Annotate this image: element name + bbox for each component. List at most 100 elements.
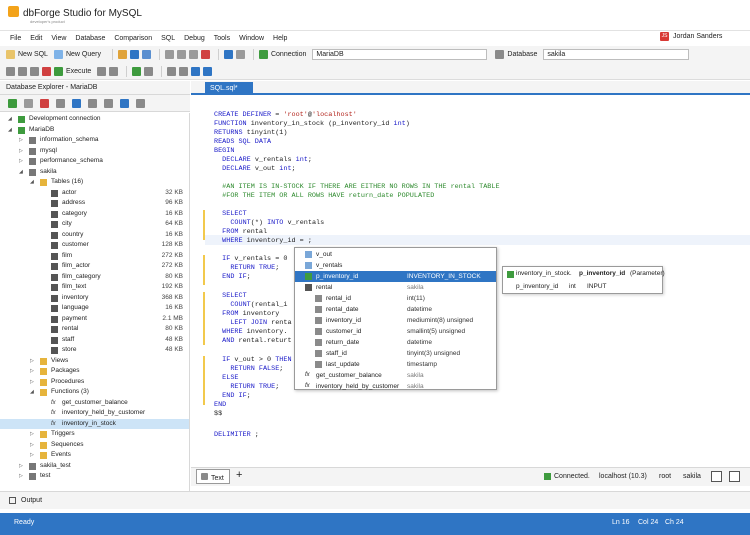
tree-item[interactable]: inventory 368 KB	[0, 293, 189, 304]
tree-item[interactable]: store 48 KB	[0, 345, 189, 356]
tree-item[interactable]: ▷ performance_schema	[0, 156, 189, 167]
menu-debug[interactable]: Debug	[184, 35, 205, 42]
tree-item[interactable]: ◢ MariaDB	[0, 125, 189, 136]
tree-expander-icon[interactable]: ▷	[19, 146, 23, 157]
autocomplete-item[interactable]: p_inventory_id INVENTORY_IN_STOCK	[295, 271, 496, 282]
tree-expander-icon[interactable]: ▷	[30, 450, 34, 461]
delete-icon[interactable]	[200, 50, 210, 59]
autocomplete-item[interactable]: fx get_customer_balance sakila	[295, 370, 496, 381]
tree-item[interactable]: ▷ information_schema	[0, 135, 189, 146]
toggle-results-icon[interactable]	[711, 471, 722, 482]
step-icon[interactable]	[109, 66, 119, 76]
autocomplete-item[interactable]: inventory_id mediumint(8) unsigned	[295, 315, 496, 326]
tree-expander-icon[interactable]: ◢	[30, 177, 34, 188]
autocomplete-item[interactable]: rental_date datetime	[295, 304, 496, 315]
stop-icon[interactable]	[97, 66, 107, 76]
tree-expander-icon[interactable]: ▷	[30, 377, 34, 388]
autocomplete-item[interactable]: customer_id smallint(5) unsigned	[295, 326, 496, 337]
tree-expander-icon[interactable]: ◢	[8, 114, 12, 125]
sync-icon[interactable]	[120, 98, 129, 108]
tab-sql-document[interactable]: SQL.sql*	[205, 82, 253, 95]
autocomplete-item[interactable]: v_rentals	[295, 260, 496, 271]
tree-expander-icon[interactable]: ▷	[19, 471, 23, 482]
tree-item[interactable]: address 96 KB	[0, 198, 189, 209]
tree-item[interactable]: ◢ Tables (16)	[0, 177, 189, 188]
tree-expander-icon[interactable]: ▷	[30, 356, 34, 367]
tree-item[interactable]: city 64 KB	[0, 219, 189, 230]
search-icon[interactable]	[136, 98, 145, 108]
tree-expander-icon[interactable]: ◢	[8, 125, 12, 136]
menu-comparison[interactable]: Comparison	[114, 35, 152, 42]
user-name[interactable]: Jordan Sanders	[673, 33, 722, 40]
new-sql-button[interactable]: New SQL	[6, 50, 48, 59]
tree-item[interactable]: ▷ sakila_test	[0, 461, 189, 472]
paste-icon[interactable]	[188, 50, 198, 59]
tree-item[interactable]: ◢ Development connection	[0, 114, 189, 125]
tree-expander-icon[interactable]: ▷	[30, 366, 34, 377]
tree-item[interactable]: staff 48 KB	[0, 335, 189, 346]
tree-item[interactable]: ◢ sakila	[0, 167, 189, 178]
output-tab[interactable]: Output	[21, 497, 42, 504]
tree-item[interactable]: ▷ Procedures	[0, 377, 189, 388]
tree-item[interactable]: actor 32 KB	[0, 188, 189, 199]
tree-item[interactable]: film_actor 272 KB	[0, 261, 189, 272]
tree-item[interactable]: language 16 KB	[0, 303, 189, 314]
uncomment-icon[interactable]	[179, 66, 189, 76]
execute-button[interactable]: Execute	[54, 66, 91, 76]
tree-item[interactable]: film_text 192 KB	[0, 282, 189, 293]
layout-icon[interactable]	[191, 66, 201, 76]
new-query-button[interactable]: New Query	[53, 50, 101, 59]
split-view-icon[interactable]	[203, 66, 213, 76]
commit-icon[interactable]	[132, 66, 142, 76]
user-avatar[interactable]: JS	[660, 32, 669, 41]
tree-item[interactable]: fx inventory_held_by_customer	[0, 408, 189, 419]
tree-expander-icon[interactable]: ▷	[30, 440, 34, 451]
copy-icon[interactable]	[176, 50, 186, 59]
tree-item[interactable]: ▷ Sequences	[0, 440, 189, 451]
database-select[interactable]: sakila	[543, 49, 690, 60]
autocomplete-item[interactable]: fx inventory_held_by_customer sakila	[295, 381, 496, 392]
autocomplete-item[interactable]: last_update timestamp	[295, 359, 496, 370]
tree-item[interactable]: film_category 80 KB	[0, 272, 189, 283]
filter-icon[interactable]	[88, 98, 97, 108]
save-all-icon[interactable]	[141, 50, 151, 59]
undo-icon[interactable]	[223, 50, 233, 59]
menu-view[interactable]: View	[51, 35, 66, 42]
tree-item[interactable]: ▷ Packages	[0, 366, 189, 377]
delete-connection-icon[interactable]	[40, 98, 49, 108]
autocomplete-item[interactable]: v_out	[295, 249, 496, 260]
toggle-panel-icon[interactable]	[729, 471, 740, 482]
tree-item[interactable]: customer 128 KB	[0, 240, 189, 251]
autocomplete-item[interactable]: rental_id int(11)	[295, 293, 496, 304]
refresh-icon[interactable]	[8, 98, 17, 108]
tree-expander-icon[interactable]: ▷	[30, 429, 34, 440]
tree-item[interactable]: ▷ Views	[0, 356, 189, 367]
autocomplete-item[interactable]: rental sakila	[295, 282, 496, 293]
stop-debug-icon[interactable]	[42, 66, 51, 76]
add-tab-button[interactable]: +	[236, 469, 242, 481]
tree-item[interactable]: ▷ mysql	[0, 146, 189, 157]
cut-icon[interactable]	[164, 50, 174, 59]
format-icon[interactable]	[6, 66, 15, 76]
tree-item[interactable]: film 272 KB	[0, 251, 189, 262]
tree-item[interactable]: ▷ Events	[0, 450, 189, 461]
autocomplete-list[interactable]: v_out v_rentals p_inventory_id INVENTORY_IN…	[294, 247, 497, 390]
properties-icon[interactable]	[56, 98, 65, 108]
menu-tools[interactable]: Tools	[214, 35, 230, 42]
disconnect-icon[interactable]	[24, 98, 33, 108]
open-folder-icon[interactable]	[117, 50, 127, 59]
tree-expander-icon[interactable]: ◢	[30, 387, 34, 398]
redo-icon[interactable]	[235, 50, 245, 59]
comment-icon[interactable]	[167, 66, 177, 76]
new-connection-icon[interactable]	[72, 98, 81, 108]
menu-file[interactable]: File	[10, 35, 21, 42]
autocomplete-item[interactable]: return_date datetime	[295, 337, 496, 348]
menu-database[interactable]: Database	[75, 35, 105, 42]
tree-item[interactable]: country 16 KB	[0, 230, 189, 241]
tree-expander-icon[interactable]: ◢	[19, 167, 23, 178]
tree-expander-icon[interactable]: ▷	[19, 461, 23, 472]
tree-item[interactable]: fx inventory_in_stock	[0, 418, 189, 429]
menu-edit[interactable]: Edit	[30, 35, 42, 42]
tree-item[interactable]: ▷ test	[0, 471, 189, 482]
menu-help[interactable]: Help	[273, 35, 287, 42]
